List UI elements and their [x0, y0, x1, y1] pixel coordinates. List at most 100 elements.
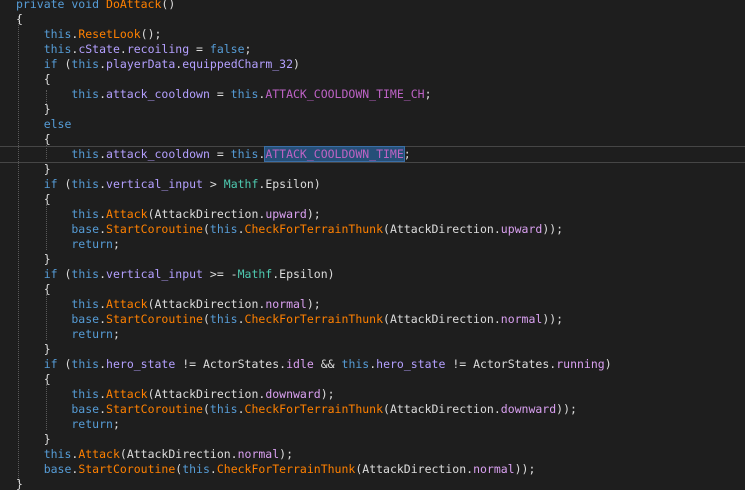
code-token: . [493, 402, 501, 416]
code-token: = [189, 42, 210, 56]
code-token: . [237, 312, 245, 326]
code-token: this [230, 87, 259, 101]
code-line[interactable]: this.Attack(AttackDirection.upward); [0, 207, 745, 222]
code-token: ( [147, 297, 155, 311]
code-token: Attack [106, 387, 148, 401]
code-line[interactable]: return; [0, 237, 745, 252]
code-token: vertical_input [106, 267, 203, 281]
code-line-text: } [16, 342, 51, 357]
code-line-text: { [16, 192, 51, 207]
code-token: ) [327, 267, 335, 281]
code-token: } [16, 162, 51, 176]
code-token: ResetLook [78, 27, 141, 41]
code-line[interactable]: base.StartCoroutine(this.CheckForTerrain… [0, 402, 745, 417]
code-token: . [99, 207, 107, 221]
code-token: . [99, 222, 107, 236]
code-token: = [209, 87, 231, 101]
code-token: StartCoroutine [78, 462, 176, 476]
code-line[interactable]: { [0, 372, 745, 387]
code-token: private void [16, 0, 107, 11]
code-line[interactable]: } [0, 252, 745, 267]
code-token: . [99, 57, 107, 71]
code-token: this [16, 387, 100, 401]
code-line[interactable]: if (this.playerData.equippedCharm_32) [0, 57, 745, 72]
code-line[interactable]: } [0, 432, 745, 447]
code-token: base [16, 402, 100, 416]
code-line-text: this.attack_cooldown = this.ATTACK_COOLD… [16, 87, 431, 102]
code-token: > [202, 177, 224, 191]
code-token: return [16, 327, 113, 341]
code-token: ( [383, 402, 390, 416]
code-line[interactable]: base.StartCoroutine(this.CheckForTerrain… [0, 222, 745, 237]
code-line[interactable]: } [0, 477, 745, 490]
code-line-text: { [16, 132, 51, 147]
code-line-text: this.attack_cooldown = this.ATTACK_COOLD… [16, 146, 411, 162]
code-line[interactable]: } [0, 342, 745, 357]
code-line-text: { [16, 12, 23, 27]
code-token: ) [604, 357, 612, 371]
code-line[interactable]: { [0, 132, 745, 147]
code-line[interactable]: this.Attack(AttackDirection.normal); [0, 297, 745, 312]
code-token: ActorStates [203, 357, 280, 371]
code-token: ( [383, 222, 390, 236]
code-line[interactable]: this.ResetLook(); [0, 27, 745, 42]
code-line-text: base.StartCoroutine(this.CheckForTerrain… [16, 462, 536, 477]
code-token: if [16, 57, 65, 71]
code-editor[interactable]: private void DoAttack(){ this.ResetLook(… [0, 0, 745, 490]
code-token: Attack [106, 297, 148, 311]
code-line[interactable]: this.Attack(AttackDirection.normal); [0, 447, 745, 462]
code-line[interactable]: { [0, 72, 745, 87]
code-line[interactable]: } [0, 162, 745, 177]
code-line[interactable]: if (this.vertical_input > Mathf.Epsilon) [0, 177, 745, 192]
code-token: . [493, 312, 501, 326]
code-token: ( [202, 222, 210, 236]
code-line[interactable]: { [0, 192, 745, 207]
code-token: { [16, 72, 51, 86]
code-token: CheckForTerrainThunk [244, 402, 384, 416]
code-token: hero_state [106, 357, 176, 371]
code-line-text: { [16, 372, 51, 387]
code-line[interactable]: this.attack_cooldown = this.ATTACK_COOLD… [0, 87, 745, 102]
code-token: equippedCharm_32 [182, 57, 294, 71]
code-token: . [99, 87, 107, 101]
code-token: ; [112, 237, 120, 251]
code-line[interactable]: if (this.vertical_input >= -Mathf.Epsilo… [0, 267, 745, 282]
code-line-text: } [16, 252, 51, 267]
code-line[interactable]: } [0, 102, 745, 117]
code-line[interactable]: { [0, 282, 745, 297]
code-line[interactable]: this.cState.recoiling = false; [0, 42, 745, 57]
code-line-text: return; [16, 237, 120, 252]
code-token: Epsilon [265, 177, 314, 191]
code-token: AttackDirection [389, 402, 494, 416]
code-line-text: if (this.vertical_input > Mathf.Epsilon) [16, 177, 321, 192]
code-line[interactable]: private void DoAttack() [0, 0, 745, 12]
code-token: ); [279, 447, 294, 461]
code-token: idle [286, 357, 314, 371]
code-token: AttackDirection [389, 222, 494, 236]
code-token: . [237, 402, 245, 416]
code-line-text: } [16, 162, 51, 177]
code-token: ( [147, 207, 155, 221]
code-token: this [71, 357, 100, 371]
code-token: this [16, 297, 100, 311]
code-token: return [16, 417, 113, 431]
code-line[interactable]: { [0, 12, 745, 27]
code-line[interactable]: this.attack_cooldown = this.ATTACK_COOLD… [0, 146, 745, 163]
code-token: base [16, 312, 100, 326]
code-line-text: this.Attack(AttackDirection.downward); [16, 387, 334, 402]
code-token: ( [147, 387, 155, 401]
code-line[interactable]: base.StartCoroutine(this.CheckForTerrain… [0, 462, 745, 477]
code-token: AttackDirection [362, 462, 467, 476]
code-token: . [99, 387, 107, 401]
code-line[interactable]: return; [0, 327, 745, 342]
code-line[interactable]: this.Attack(AttackDirection.downward); [0, 387, 745, 402]
code-token: AttackDirection [126, 447, 231, 461]
code-token: this [71, 177, 100, 191]
code-line[interactable]: return; [0, 417, 745, 432]
code-line[interactable]: if (this.hero_state != ActorStates.idle … [0, 357, 745, 372]
code-token: ( [383, 312, 390, 326]
code-line[interactable]: else [0, 117, 745, 132]
code-line-text: if (this.vertical_input >= -Mathf.Epsilo… [16, 267, 335, 282]
code-token: Attack [106, 207, 148, 221]
code-line[interactable]: base.StartCoroutine(this.CheckForTerrain… [0, 312, 745, 327]
